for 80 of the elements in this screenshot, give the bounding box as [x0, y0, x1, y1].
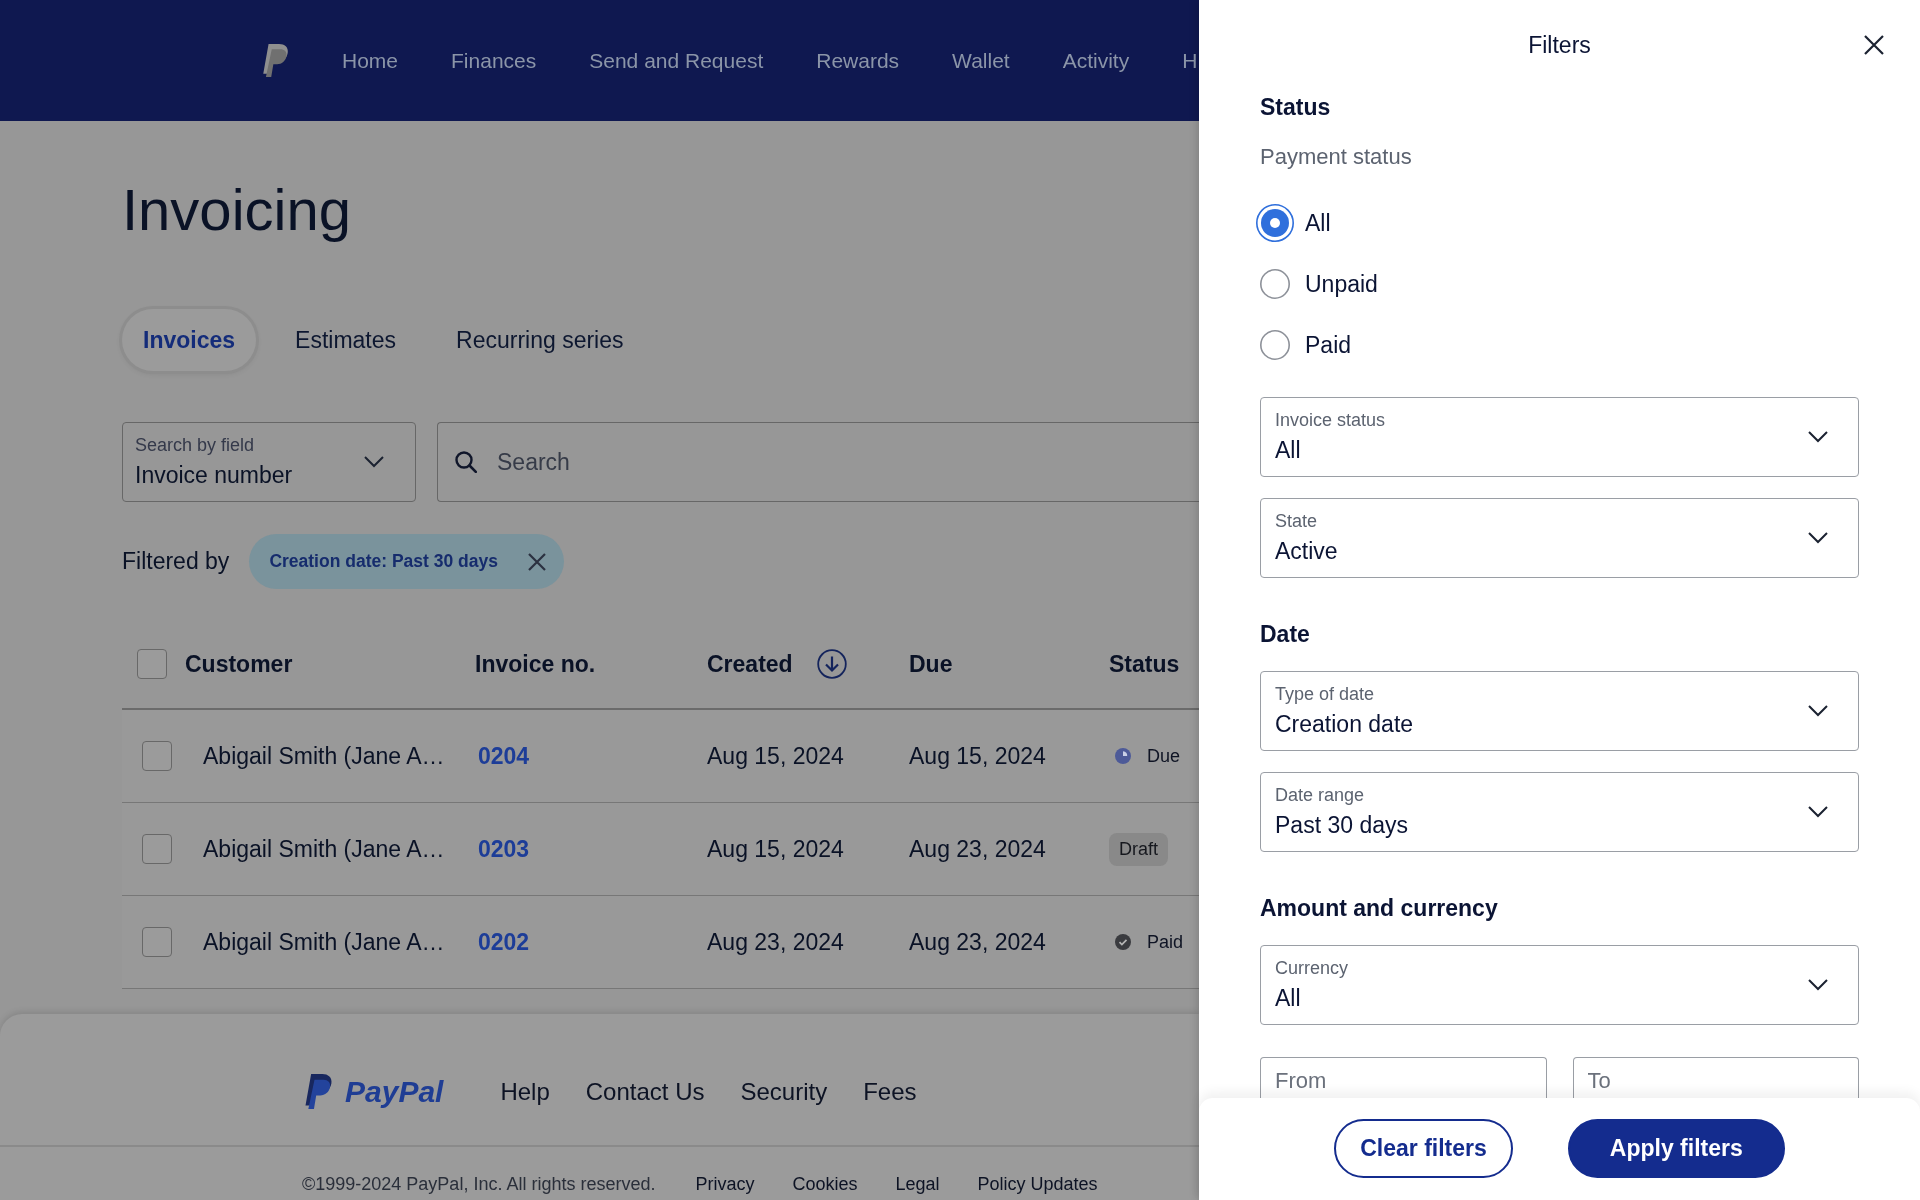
section-heading: Date [1260, 621, 1310, 647]
close-icon[interactable] [527, 552, 546, 571]
status-text: Paid [1147, 931, 1184, 953]
radio-label: Paid [1305, 331, 1352, 359]
chevron-down-icon [1808, 806, 1828, 818]
radio-button[interactable] [1260, 269, 1290, 299]
chevron-down-icon [1808, 431, 1828, 443]
logo-icon[interactable] [304, 1074, 334, 1110]
tab[interactable]: Invoices [122, 309, 257, 371]
section-heading: Status [1260, 94, 1331, 120]
checkbox[interactable] [142, 927, 172, 957]
column-header[interactable]: Status [1106, 650, 1180, 678]
footer-link[interactable]: Legal [895, 1174, 940, 1194]
chevron-down-icon [1808, 979, 1828, 991]
checkbox[interactable] [142, 741, 172, 771]
column-header[interactable]: Created [704, 649, 847, 679]
invoice-link[interactable]: 0204 [472, 742, 530, 770]
checkbox[interactable] [137, 649, 167, 679]
copyright-text: ©1999-2024 PayPal, Inc. All rights reserved. [302, 1174, 656, 1194]
section-heading: Amount and currency [1260, 895, 1498, 921]
invoice-link[interactable]: 0203 [472, 835, 530, 863]
search-icon [455, 451, 477, 473]
column-header[interactable]: Customer [182, 650, 293, 678]
footer-link[interactable]: Cookies [792, 1174, 858, 1194]
chevron-down-icon [364, 456, 384, 468]
status-badge: Draft [1109, 832, 1168, 866]
radio-button[interactable] [1260, 330, 1290, 360]
dropdown[interactable]: Currency All [1260, 945, 1859, 1025]
column-header[interactable]: Invoice no. [472, 650, 596, 678]
dropdown[interactable]: Date range Past 30 days [1260, 772, 1859, 852]
panel-title: Filters [1528, 31, 1591, 59]
column-header[interactable]: Due [906, 650, 953, 678]
nav-link[interactable]: Wallet [952, 48, 1010, 73]
customer-name: Abigail Smith (Jane A… [202, 835, 445, 863]
chevron-down-icon [1808, 532, 1828, 544]
page-title: Invoicing [122, 176, 351, 244]
outline-button[interactable]: Clear filters [1334, 1119, 1513, 1178]
footer-link[interactable]: Fees [863, 1078, 917, 1106]
table-cell-text: Aug 15, 2024 [706, 835, 844, 863]
radio-label: All [1305, 209, 1331, 237]
filtered-by-label: Filtered by [122, 548, 230, 575]
radio-button[interactable] [1256, 204, 1294, 242]
checkbox[interactable] [142, 834, 172, 864]
footer-link[interactable]: Contact Us [585, 1078, 705, 1106]
nav-link[interactable]: Send and Request [589, 48, 764, 73]
tab[interactable]: Estimates [274, 309, 418, 371]
tab[interactable]: Recurring series [435, 309, 645, 371]
footer-link[interactable]: Security [740, 1078, 828, 1106]
nav-link[interactable]: Home [342, 48, 399, 73]
footer-link[interactable]: Policy Updates [977, 1174, 1098, 1194]
filter-chip[interactable]: Creation date: Past 30 days [249, 534, 564, 589]
customer-name: Abigail Smith (Jane A… [202, 928, 445, 956]
search-field[interactable]: Search [437, 422, 1199, 502]
dropdown[interactable]: Invoice status All [1260, 397, 1859, 477]
footer-link[interactable]: Help [500, 1078, 550, 1106]
group-label: Payment status [1260, 144, 1412, 170]
nav-link[interactable]: H [1182, 48, 1198, 73]
dropdown[interactable]: Type of date Creation date [1260, 671, 1859, 751]
radio-label: Unpaid [1305, 270, 1378, 298]
table-cell-text: Aug 23, 2024 [706, 928, 844, 956]
table-cell-text: Aug 15, 2024 [908, 742, 1046, 770]
nav-link[interactable]: Activity [1062, 48, 1130, 73]
brand-wordmark[interactable]: PayPal [345, 1075, 444, 1109]
table-cell-text: Aug 15, 2024 [706, 742, 844, 770]
invoice-link[interactable]: 0202 [472, 928, 530, 956]
logo-icon[interactable] [262, 43, 290, 78]
table-cell-text: Aug 23, 2024 [908, 835, 1046, 863]
table-cell-text: Aug 23, 2024 [908, 928, 1046, 956]
nav-link[interactable]: Finances [451, 48, 537, 73]
footer-link[interactable]: Privacy [695, 1174, 755, 1194]
customer-name: Abigail Smith (Jane A… [202, 742, 445, 770]
arrow-down-circle-icon[interactable] [816, 649, 847, 679]
close-button[interactable] [1864, 35, 1884, 55]
dropdown[interactable]: State Active [1260, 498, 1859, 578]
chevron-down-icon [1808, 705, 1828, 717]
nav-link[interactable]: Rewards [816, 48, 900, 73]
primary-button[interactable]: Apply filters [1567, 1119, 1785, 1178]
close-icon [1864, 35, 1884, 55]
status-text: Due [1147, 745, 1181, 767]
search-by-field-dropdown[interactable]: Search by field Invoice number [122, 422, 416, 502]
